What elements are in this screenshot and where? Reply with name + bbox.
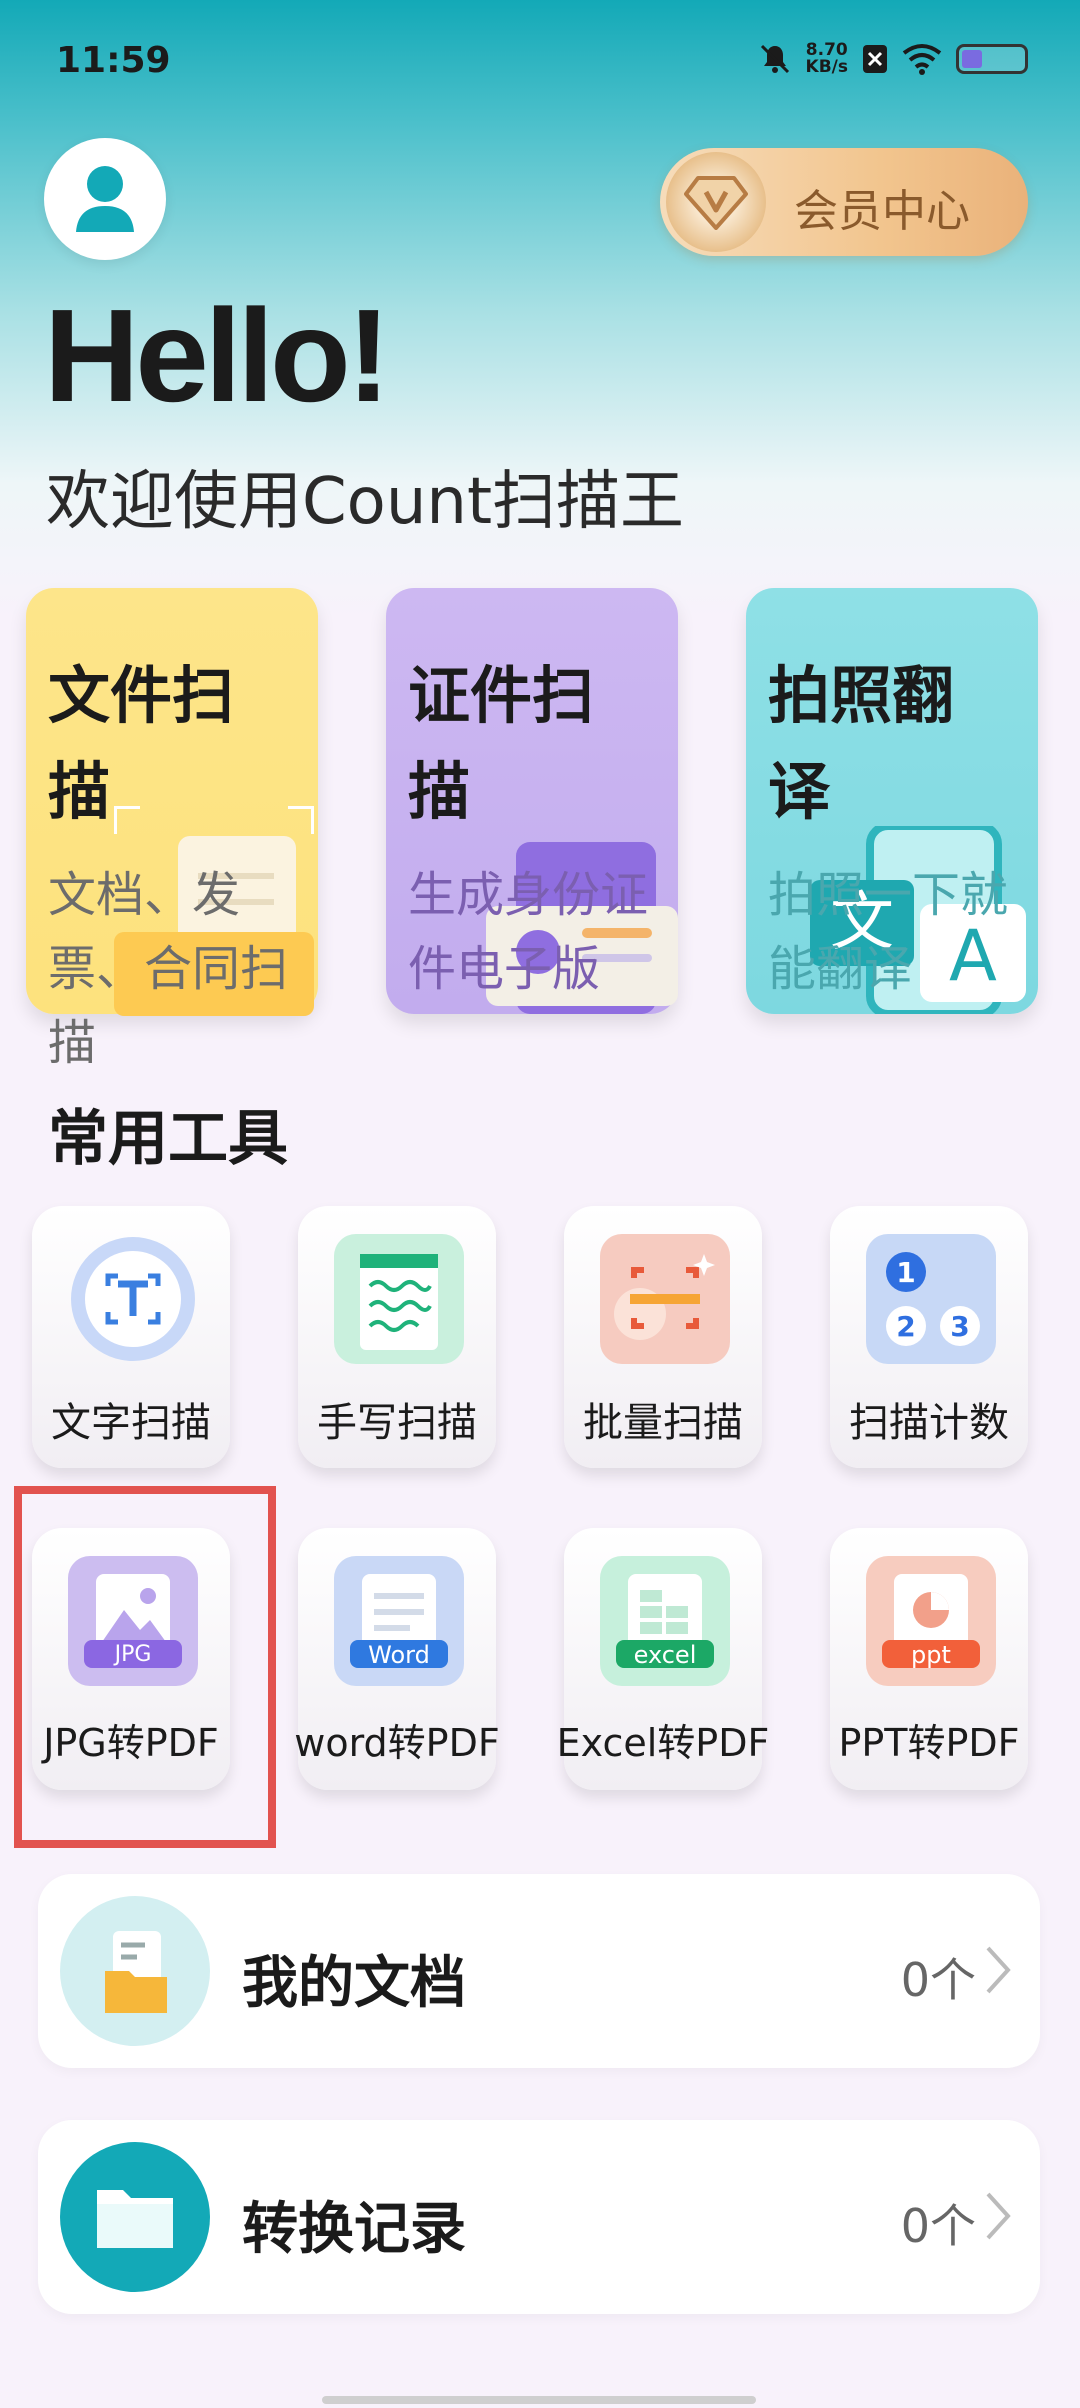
card-subtitle: 生成身份证件电子版 [408,867,649,997]
user-icon [76,166,134,232]
tool-word-to-pdf[interactable]: Word word转PDF [294,1528,500,1790]
scan-count-icon: 1 2 3 [866,1234,996,1364]
card-subtitle: 文档、发票、合同扫描 [48,867,289,1071]
vip-badge [666,152,766,252]
my-documents-row[interactable]: 我的文档 0个 [38,1874,1040,2068]
tool-label: Excel转PDF [556,1721,770,1765]
svg-text:1: 1 [896,1256,915,1289]
battery-icon [956,44,1028,74]
row-count: 0个 [900,1953,976,2007]
card-subtitle: 拍照一下就能翻译 [768,867,1009,997]
file-type-badge: Word [368,1641,430,1669]
svg-text:2: 2 [896,1310,915,1343]
tool-excel-to-pdf[interactable]: excel Excel转PDF [557,1528,769,1790]
status-icons: 8.70 KB/s [758,42,1028,76]
home-indicator[interactable] [322,2396,756,2404]
tool-scan-count[interactable]: 1 2 3 扫描计数 [830,1206,1028,1468]
row-title: 我的文档 [242,1951,466,2016]
tool-text-scan[interactable]: 文字扫描 [32,1206,230,1468]
tool-label: 扫描计数 [849,1400,1009,1446]
file-type-badge: excel [633,1641,697,1669]
photo-translate-card[interactable]: 拍照翻译 文 A 拍照一下就能翻译 [746,588,1038,1014]
tool-label: PPT转PDF [838,1721,1020,1765]
ppt-file-icon: ppt [866,1556,996,1686]
svg-text:3: 3 [950,1310,969,1343]
wifi-icon [902,44,942,75]
excel-file-icon: excel [600,1556,730,1686]
row-count: 0个 [900,2199,976,2253]
tool-label: word转PDF [294,1721,500,1765]
mute-bell-icon [760,44,789,74]
highlight-box [14,1486,276,1848]
chevron-right-icon [986,2192,1011,2240]
chevron-right-icon [986,1946,1011,1994]
handwriting-scan-icon [334,1234,464,1364]
greeting: Hello! [44,282,391,429]
diamond-icon [684,176,748,230]
id-scan-card[interactable]: 证件扫描 生成身份证件电子版 [386,588,678,1014]
tool-handwriting-scan[interactable]: 手写扫描 [298,1206,496,1468]
card-title: 拍照翻译 [768,659,955,828]
file-type-badge: ppt [911,1641,951,1669]
tools-section-title: 常用工具 [48,1104,288,1174]
text-scan-icon [68,1234,198,1364]
row-title: 转换记录 [242,2197,466,2262]
vip-label: 会员中心 [794,186,970,237]
status-bar: 11:59 8.70 KB/s [0,0,1080,126]
card-title: 证件扫描 [408,659,595,828]
tool-label: 手写扫描 [317,1400,477,1446]
tool-ppt-to-pdf[interactable]: ppt PPT转PDF [830,1528,1028,1790]
conversion-history-row[interactable]: 转换记录 0个 [38,2120,1040,2314]
vip-center-button[interactable]: 会员中心 [660,148,1028,256]
documents-folder-icon [60,1896,210,2046]
tool-label: 批量扫描 [583,1400,743,1446]
status-time: 11:59 [56,40,171,81]
file-scan-card[interactable]: 文件扫描 文档、发票、合同扫描 [26,588,318,1071]
network-speed: 8.70 KB/s [806,42,848,76]
welcome-text: 欢迎使用Count扫描王 [46,465,685,539]
history-folder-icon [60,2142,210,2292]
avatar-button[interactable] [44,138,166,260]
sim-blocked-icon [863,45,887,73]
word-file-icon: Word [334,1556,464,1686]
tool-batch-scan[interactable]: 批量扫描 [564,1206,762,1468]
tool-label: 文字扫描 [51,1400,211,1446]
speed-unit: KB/s [805,57,848,77]
batch-scan-icon [600,1234,730,1364]
